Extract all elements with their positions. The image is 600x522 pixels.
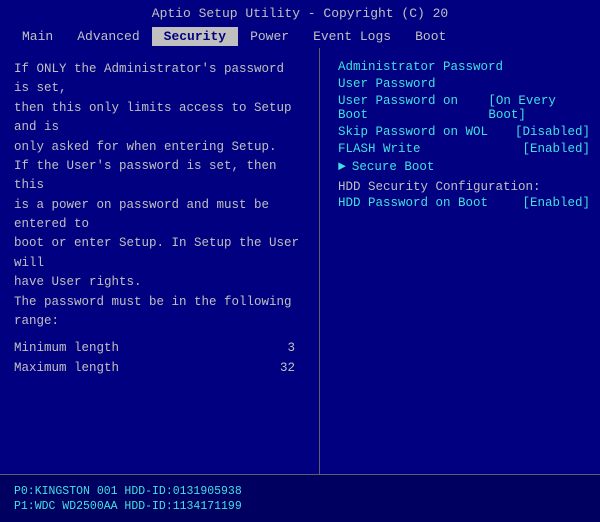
secure-boot-row[interactable]: ► Secure Boot [338,159,590,174]
menu-item-label: FLASH Write [338,142,421,156]
hdd-item-value: [Enabled] [522,196,590,210]
title-bar: Aptio Setup Utility - Copyright (C) 20 [0,0,600,25]
max-length-label: Maximum length [14,359,119,378]
min-length-value: 3 [287,339,295,358]
nav-item-boot[interactable]: Boot [403,27,458,46]
hdd-item-label: HDD Password on Boot [338,196,488,210]
drive-row: P0:KINGSTON 001 HDD-ID:0131905938 [14,485,586,498]
hdd-item[interactable]: HDD Password on Boot [Enabled] [338,196,590,210]
drive-row: P1:WDC WD2500AA HDD-ID:1134171199 [14,500,586,513]
drives-bar: P0:KINGSTON 001 HDD-ID:0131905938 P1:WDC … [0,474,600,522]
description-text: If ONLY the Administrator's password is … [14,60,305,331]
menu-item[interactable]: FLASH Write [Enabled] [338,142,590,156]
nav-item-event-logs[interactable]: Event Logs [301,27,403,46]
menu-item-label: User Password [338,77,436,91]
max-length-row: Maximum length 32 [14,359,305,378]
nav-item-power[interactable]: Power [238,27,301,46]
bios-setup-screen: Aptio Setup Utility - Copyright (C) 20 M… [0,0,600,522]
min-length-row: Minimum length 3 [14,339,305,358]
menu-item[interactable]: User Password [338,77,590,91]
min-length-label: Minimum length [14,339,119,358]
description-panel: If ONLY the Administrator's password is … [0,48,320,474]
nav-item-security[interactable]: Security [152,27,238,46]
max-length-value: 32 [280,359,295,378]
menu-item[interactable]: User Password on Boot [On Every Boot] [338,94,590,122]
hdd-section-title: HDD Security Configuration: [338,180,590,194]
nav-item-advanced[interactable]: Advanced [65,27,151,46]
menu-item-label: Skip Password on WOL [338,125,488,139]
menu-item[interactable]: Administrator Password [338,60,590,74]
nav-item-main[interactable]: Main [10,27,65,46]
arrow-icon: ► [338,159,346,174]
menu-item-value: [On Every Boot] [488,94,590,122]
menu-item-value: [Enabled] [522,142,590,156]
title-text: Aptio Setup Utility - Copyright (C) 20 [152,6,448,21]
menu-item[interactable]: Skip Password on WOL [Disabled] [338,125,590,139]
menu-item-value: [Disabled] [515,125,590,139]
menu-item-label: User Password on Boot [338,94,480,122]
secure-boot-label: Secure Boot [352,160,435,174]
nav-bar: MainAdvancedSecurityPowerEvent LogsBoot [0,25,600,48]
menu-item-label: Administrator Password [338,60,503,74]
menu-panel: Administrator Password User Password User … [320,48,600,474]
